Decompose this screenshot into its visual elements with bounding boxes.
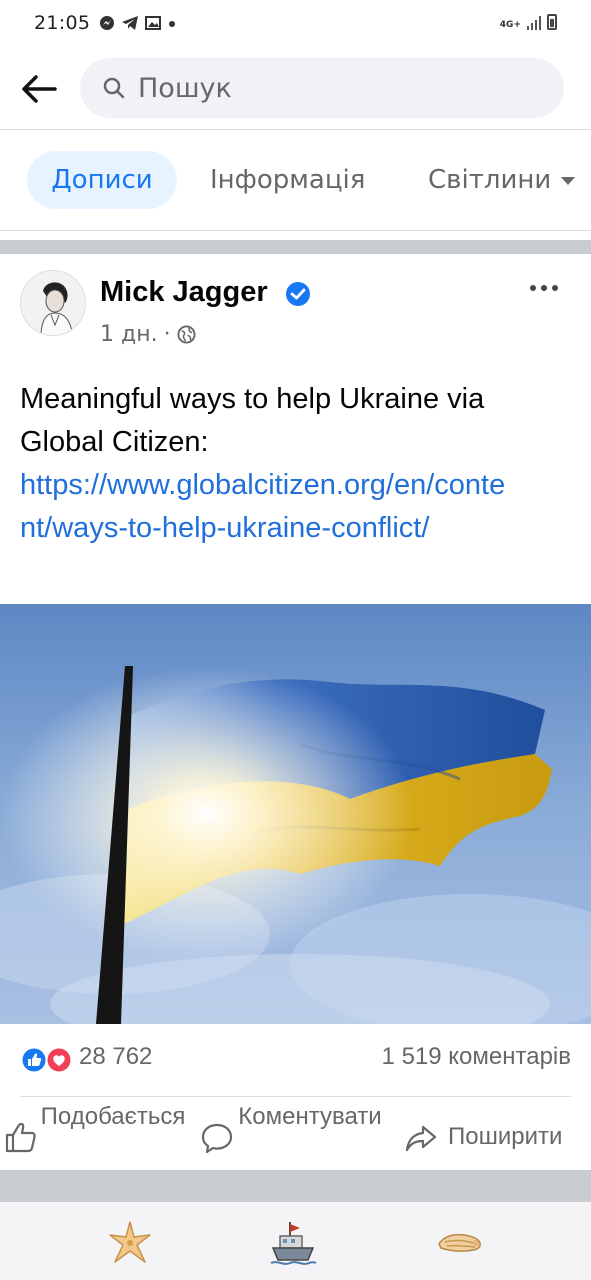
share-button[interactable]: Поширити [404,1101,562,1155]
reaction-count[interactable]: 28 762 [79,1043,152,1071]
love-icon [45,1046,73,1074]
status-system-icons: 4G+ [500,14,557,30]
nav-boat[interactable] [268,1218,318,1268]
comment-label: Коментувати [238,1103,382,1130]
post-header: Mick Jagger 1 дн. · [0,254,591,354]
chevron-down-icon [561,176,576,185]
status-time: 21:05 [34,12,91,34]
post-time[interactable]: 1 дн. [100,322,158,347]
section-divider [0,240,591,254]
messenger-icon [99,15,115,34]
telegram-icon [121,15,139,34]
like-icon [20,1046,48,1074]
share-label: Поширити [448,1123,563,1150]
nav-starfish[interactable] [105,1218,155,1268]
dot-icon [167,15,177,34]
post-link[interactable]: https://www.globalcitizen.org/en/content… [20,464,520,550]
like-button[interactable]: Подобається [4,1101,188,1155]
back-button[interactable] [18,68,60,110]
dot-icon [530,285,536,291]
gallery-icon [145,15,161,34]
flag-photo [0,604,591,1024]
comment-count[interactable]: 1 519 коментарів [382,1043,571,1071]
post-message: Meaningful ways to help Ukraine via Glob… [20,383,485,458]
author-name[interactable]: Mick Jagger [100,276,268,309]
post-actions: Подобається Коментувати Поширити [0,1097,591,1170]
more-options-button[interactable] [530,278,564,298]
network-type: 4G+ [499,20,521,30]
tab-photos[interactable]: Світлини [428,151,576,209]
meta-separator: · [163,322,171,347]
thumbs-up-icon [5,1122,36,1153]
section-divider [0,1170,591,1202]
reactions-bar: 28 762 1 519 коментарів [0,1024,591,1096]
post-meta: 1 дн. · [100,322,196,347]
share-icon [405,1125,437,1152]
tab-info[interactable]: Інформація [210,151,365,209]
boat-icon [270,1222,317,1265]
status-notification-icons [99,15,177,34]
search-placeholder: Пошук [138,73,232,104]
globe-icon [177,325,196,344]
profile-tabs: Дописи Інформація Світлини [0,131,591,231]
dot-icon [541,285,547,291]
status-bar: 21:05 4G+ [0,0,591,48]
tab-posts[interactable]: Дописи [27,151,177,209]
search-icon [103,77,125,99]
reaction-icons[interactable] [20,1046,76,1074]
post-text: Meaningful ways to help Ukraine via Glob… [20,378,575,550]
search-input[interactable]: Пошук [80,58,564,118]
avatar[interactable] [20,270,86,336]
comment-icon [201,1123,233,1154]
search-header: Пошук [0,48,591,130]
shell-icon [438,1233,481,1252]
dot-icon [552,285,558,291]
post-image[interactable] [0,604,591,1024]
starfish-icon [109,1221,151,1263]
comment-button[interactable]: Коментувати [200,1101,386,1155]
bottom-navigation [0,1202,591,1280]
arrow-left-icon [22,75,57,103]
verified-badge-icon [286,282,310,306]
nav-shell[interactable] [435,1218,485,1268]
battery-icon [547,14,557,30]
signal-icon [527,16,541,30]
like-label: Подобається [40,1103,186,1130]
tab-photos-label: Світлини [428,165,552,195]
